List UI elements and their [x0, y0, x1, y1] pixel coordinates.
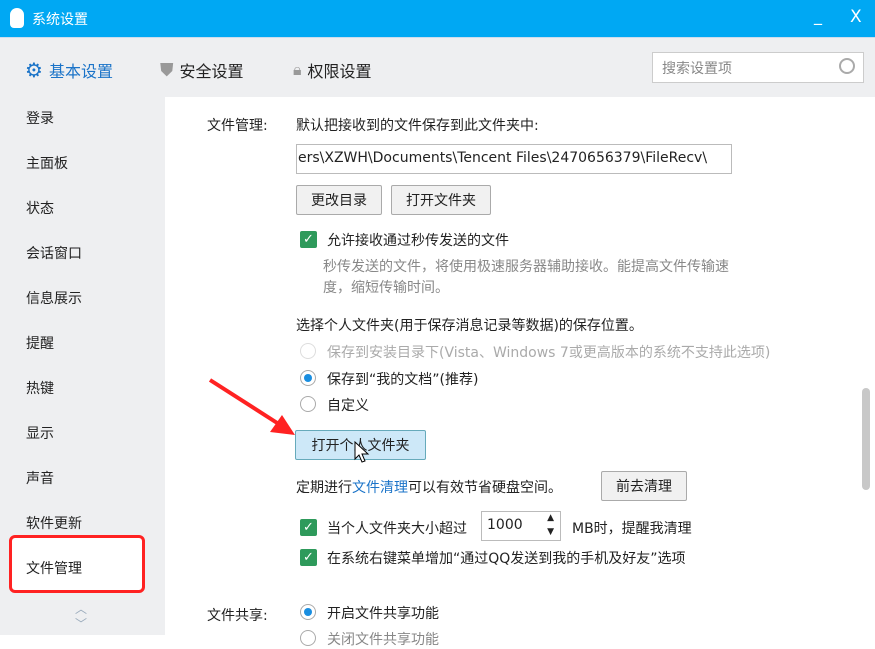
sidebar-item-file-management[interactable]: 文件管理 [26, 558, 82, 578]
sidebar-item-hotkeys[interactable]: 热键 [26, 378, 54, 398]
lock-icon: 🔒︎ [293, 60, 302, 80]
file-cleanup-link[interactable]: 文件清理 [352, 480, 408, 496]
size-reminder-checkbox[interactable]: ✓ [300, 519, 317, 536]
size-limit-stepper[interactable]: 1000 ▲ ▼ [481, 511, 561, 541]
section-label-file-sharing: 文件共享: [207, 605, 268, 625]
sidebar-item-chat-window[interactable]: 会话窗口 [26, 243, 82, 263]
search-placeholder: 搜索设置项 [662, 58, 732, 78]
cleanup-prefix: 定期进行 [296, 480, 352, 496]
personal-folder-title: 选择个人文件夹(用于保存消息记录等数据)的保存位置。 [296, 315, 643, 335]
fast-transfer-desc-line2: 度，缩短传输时间。 [323, 277, 449, 297]
top-nav: ⚙基本设置 ⛊ 安全设置 🔒︎ 权限设置 搜索设置项 [0, 37, 875, 97]
allow-fast-transfer-label: 允许接收通过秒传发送的文件 [327, 230, 509, 250]
save-folder-description: 默认把接收到的文件保存到此文件夹中: [296, 115, 539, 135]
change-directory-button[interactable]: 更改目录 [296, 185, 382, 215]
save-path-field[interactable]: ers\XZWH\Documents\Tencent Files\2470656… [296, 144, 732, 174]
go-cleanup-button[interactable]: 前去清理 [601, 471, 687, 501]
sidebar: 登录 主面板 状态 会话窗口 信息展示 提醒 热键 显示 声音 软件更新 文件管… [0, 97, 165, 635]
tab-security-settings[interactable]: ⛊ 安全设置 [160, 58, 244, 82]
settings-content: 文件管理: 默认把接收到的文件保存到此文件夹中: ers\XZWH\Docume… [165, 97, 875, 635]
cleanup-suffix: 可以有效节省硬盘空间。 [408, 480, 562, 496]
sidebar-item-sound[interactable]: 声音 [26, 468, 54, 488]
save-path-value: ers\XZWH\Documents\Tencent Files\2470656… [298, 150, 707, 166]
radio-sharing-off-label: 关闭文件共享功能 [327, 629, 439, 649]
radio-sharing-off[interactable] [300, 630, 316, 646]
stepper-down-icon[interactable]: ▼ [547, 527, 554, 537]
tab-label: 权限设置 [308, 58, 372, 82]
minimize-button[interactable]: _ [814, 6, 822, 25]
sidebar-item-info-display[interactable]: 信息展示 [26, 288, 82, 308]
qq-logo-icon [10, 8, 24, 28]
open-folder-button[interactable]: 打开文件夹 [391, 185, 491, 215]
stepper-up-icon[interactable]: ▲ [547, 513, 554, 523]
cleanup-text: 定期进行文件清理可以有效节省硬盘空间。 [296, 477, 562, 497]
fast-transfer-desc-line1: 秒传发送的文件，将使用极速服务器辅助接收。能提高文件传输速 [323, 256, 729, 276]
radio-sharing-on-label: 开启文件共享功能 [327, 603, 439, 623]
sidebar-item-reminder[interactable]: 提醒 [26, 333, 54, 353]
sidebar-item-login[interactable]: 登录 [26, 108, 54, 128]
scroll-down-icon[interactable]: ﹀ [75, 615, 87, 632]
close-button[interactable]: X [850, 7, 862, 27]
tab-permission-settings[interactable]: 🔒︎ 权限设置 [293, 58, 372, 82]
sidebar-item-update[interactable]: 软件更新 [26, 513, 82, 533]
context-menu-label: 在系统右键菜单增加“通过QQ发送到我的手机及好友”选项 [327, 548, 686, 568]
size-reminder-suffix: MB时，提醒我清理 [572, 518, 692, 538]
radio-install-dir-label: 保存到安装目录下(Vista、Windows 7或更高版本的系统不支持此选项) [327, 342, 770, 362]
size-reminder-prefix: 当个人文件夹大小超过 [327, 518, 467, 538]
sidebar-item-display[interactable]: 显示 [26, 423, 54, 443]
title-bar: 系统设置 _ X [0, 0, 875, 37]
sidebar-item-status[interactable]: 状态 [26, 198, 54, 218]
context-menu-checkbox[interactable]: ✓ [300, 549, 317, 566]
red-arrow-annotation [200, 370, 380, 470]
tab-basic-settings[interactable]: ⚙基本设置 [25, 58, 113, 82]
search-input[interactable]: 搜索设置项 [652, 52, 864, 83]
tab-label: 安全设置 [180, 58, 244, 82]
section-label-file-management: 文件管理: [207, 115, 268, 135]
radio-sharing-on[interactable] [300, 604, 316, 620]
shield-icon: ⛊ [160, 60, 174, 81]
sidebar-item-main-panel[interactable]: 主面板 [26, 153, 68, 173]
content-scrollbar[interactable] [862, 388, 870, 490]
tab-label: 基本设置 [49, 58, 113, 82]
size-limit-value: 1000 [487, 517, 523, 533]
search-icon[interactable] [839, 58, 855, 74]
radio-install-dir [300, 343, 316, 359]
allow-fast-transfer-checkbox[interactable]: ✓ [300, 231, 317, 248]
window-title: 系统设置 [32, 9, 88, 29]
gear-icon: ⚙ [25, 58, 43, 82]
mouse-cursor-icon [355, 442, 368, 462]
